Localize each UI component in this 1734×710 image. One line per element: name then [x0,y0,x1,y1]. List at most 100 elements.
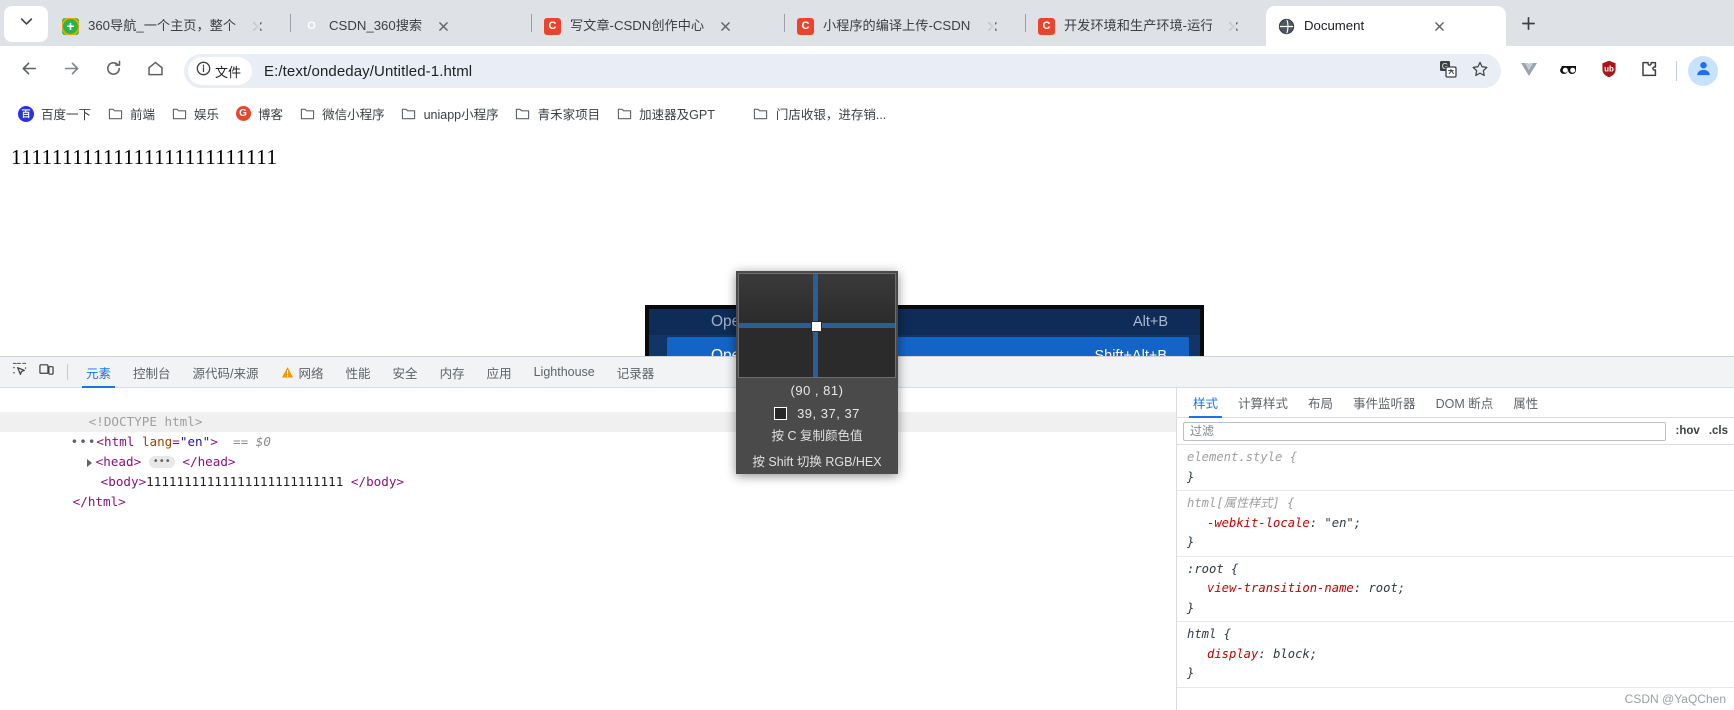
tab-close-button[interactable] [981,15,1003,37]
360-icon [62,17,79,35]
info-circle-icon [196,61,215,81]
site-info-chip[interactable]: 文件 [188,57,253,85]
devtools-tab-performance[interactable]: 性能 [335,357,382,388]
bookmark-item[interactable]: uniapp小程序 [393,101,507,127]
styles-filter-input[interactable] [1183,421,1666,441]
bookmark-label: 前端 [130,108,156,122]
tab-close-button[interactable] [1428,15,1450,37]
bookmark-label: 微信小程序 [322,108,385,122]
css-declaration[interactable]: display: block; [1187,645,1734,665]
embedded-menu-screenshot: Open In Default Browser Alt+B Open In Ot… [645,305,1204,356]
extensions-button[interactable] [1633,55,1665,87]
html-tag-close: > [210,434,218,449]
translate-button[interactable]: G [1433,56,1463,86]
bookmark-item[interactable]: 微信小程序 [291,101,393,127]
browser-tab[interactable]: 360导航_一个主页，整个世 [50,6,290,46]
html-attr-value: "en" [179,434,211,449]
collapsed-children-icon[interactable]: ••• [148,455,175,468]
styles-tab-layout[interactable]: 布局 [1298,388,1343,418]
address-bar[interactable]: 文件 E:/text/ondeday/Untitled-1.html G [184,54,1501,88]
tab-close-button[interactable] [246,15,268,37]
style-rule[interactable]: element.style { } [1177,445,1734,491]
bookmark-item[interactable]: G 博客 [227,101,291,127]
tab-search-button[interactable] [4,6,48,42]
glasses-extension-button[interactable] [1553,55,1585,87]
reload-button[interactable] [96,54,130,88]
eyedropper-hint-copy: 按 C 复制颜色值 [771,429,863,443]
bookmark-item[interactable]: 百 百度一下 [10,101,99,127]
devtools-tab-lighthouse[interactable]: Lighthouse [523,357,606,388]
browser-tab[interactable]: C 开发环境和生产环境-运行环 [1026,6,1266,46]
eyedropper-hint-toggle: 按 Shift 切换 RGB/HEX [752,455,882,469]
browser-window: 360导航_一个主页，整个世 O CSDN_360搜索 C 写文章-CSDN创作… [0,0,1734,710]
bookmark-item[interactable]: 青禾家项目 [507,101,609,127]
tab-close-button[interactable] [432,15,454,37]
forward-button[interactable] [54,54,88,88]
bookmark-item[interactable]: 娱乐 [163,101,227,127]
tab-close-button[interactable] [1222,15,1244,37]
style-rule[interactable]: :root { view-transition-name: root; } [1177,557,1734,622]
devtools-tab-network[interactable]: 网络 [270,357,335,388]
browser-tab[interactable]: O CSDN_360搜索 [291,6,531,46]
dom-tree[interactable]: <!DOCTYPE html> •••<html lang="en"> == $… [0,388,1176,710]
expand-triangle-icon[interactable] [86,458,92,467]
bookmark-item[interactable]: 门店收银，进存销... [745,101,894,127]
rule-selector: html[属性样式] { [1187,496,1295,510]
rule-close-brace: } [1187,666,1195,680]
devtools-tab-memory[interactable]: 内存 [429,357,476,388]
tab-label: DOM 断点 [1435,397,1494,411]
tab-title: 开发环境和生产环境-运行环 [1064,18,1212,33]
bookmarks-bar: 百 百度一下 前端 娱乐 G 博客 微信小程序 uniapp小程序 青禾家项目 … [0,96,1734,132]
css-property-name: -webkit-locale [1207,515,1310,530]
tab-strip: 360导航_一个主页，整个世 O CSDN_360搜索 C 写文章-CSDN创作… [0,0,1734,46]
devtools-toolbar-divider [67,364,68,380]
rule-close-brace: } [1187,535,1195,549]
folder-icon [171,106,187,122]
tab-close-button[interactable] [714,15,736,37]
vue-devtools-extension-button[interactable] [1513,55,1545,87]
styles-tab-properties[interactable]: 属性 [1503,388,1548,418]
back-button[interactable] [12,54,46,88]
devtools-tab-elements[interactable]: 元素 [75,357,122,388]
style-rule[interactable]: html[属性样式] { -webkit-locale: "en"; } [1177,491,1734,557]
devtools-tab-security[interactable]: 安全 [382,357,429,388]
browser-tab-active[interactable]: Document [1266,6,1506,46]
styles-filter-bar: :hov .cls [1177,418,1734,445]
class-editor-toggle[interactable]: .cls [1709,425,1728,437]
ublock-origin-button[interactable]: ub [1593,55,1625,87]
ublock-origin-icon: ub [1599,59,1619,84]
devtools-tab-recorder[interactable]: 记录器 [606,357,666,388]
styles-tab-styles[interactable]: 样式 [1183,388,1228,418]
csdn-icon: C [544,17,561,35]
tab-title: CSDN_360搜索 [329,18,423,33]
styles-tab-computed[interactable]: 计算样式 [1228,388,1298,418]
inspect-element-button[interactable] [6,359,33,385]
css-property-name: view-transition-name [1207,581,1354,595]
devtools-tab-sources[interactable]: 源代码/来源 [182,357,270,388]
bookmark-label: 百度一下 [41,108,92,122]
profile-avatar[interactable] [1688,56,1718,86]
bookmark-item[interactable]: 前端 [99,101,163,127]
expand-dots-icon[interactable]: ••• [71,434,97,449]
hover-state-toggle[interactable]: :hov [1676,425,1700,437]
browser-tab[interactable]: C 小程序的编译上传-CSDN博 [785,6,1025,46]
bookmark-button[interactable] [1465,56,1495,86]
home-button[interactable] [138,54,172,88]
device-toolbar-button[interactable] [33,359,60,385]
css-declaration[interactable]: -webkit-locale: "en"; [1187,514,1734,534]
folder-icon [616,106,632,122]
styles-tab-dom-breakpoints[interactable]: DOM 断点 [1426,388,1504,418]
head-close-tag: </head> [182,454,236,469]
styles-tab-event-listeners[interactable]: 事件监听器 [1343,388,1426,418]
tab-label: 样式 [1193,397,1219,411]
body-text-node: 11111111111111111111111111 [146,474,344,489]
css-declaration[interactable]: view-transition-name: root; [1187,579,1734,599]
devtools-tab-application[interactable]: 应用 [476,357,523,388]
tab-label: 事件监听器 [1353,397,1416,411]
new-tab-button[interactable] [1512,10,1544,42]
bookmark-label: 加速器及GPT [639,108,715,122]
browser-tab[interactable]: C 写文章-CSDN创作中心 [532,6,784,46]
style-rule[interactable]: html { display: block; } [1177,622,1734,688]
bookmark-item[interactable]: 加速器及GPT [608,101,723,127]
devtools-tab-console[interactable]: 控制台 [122,357,182,388]
